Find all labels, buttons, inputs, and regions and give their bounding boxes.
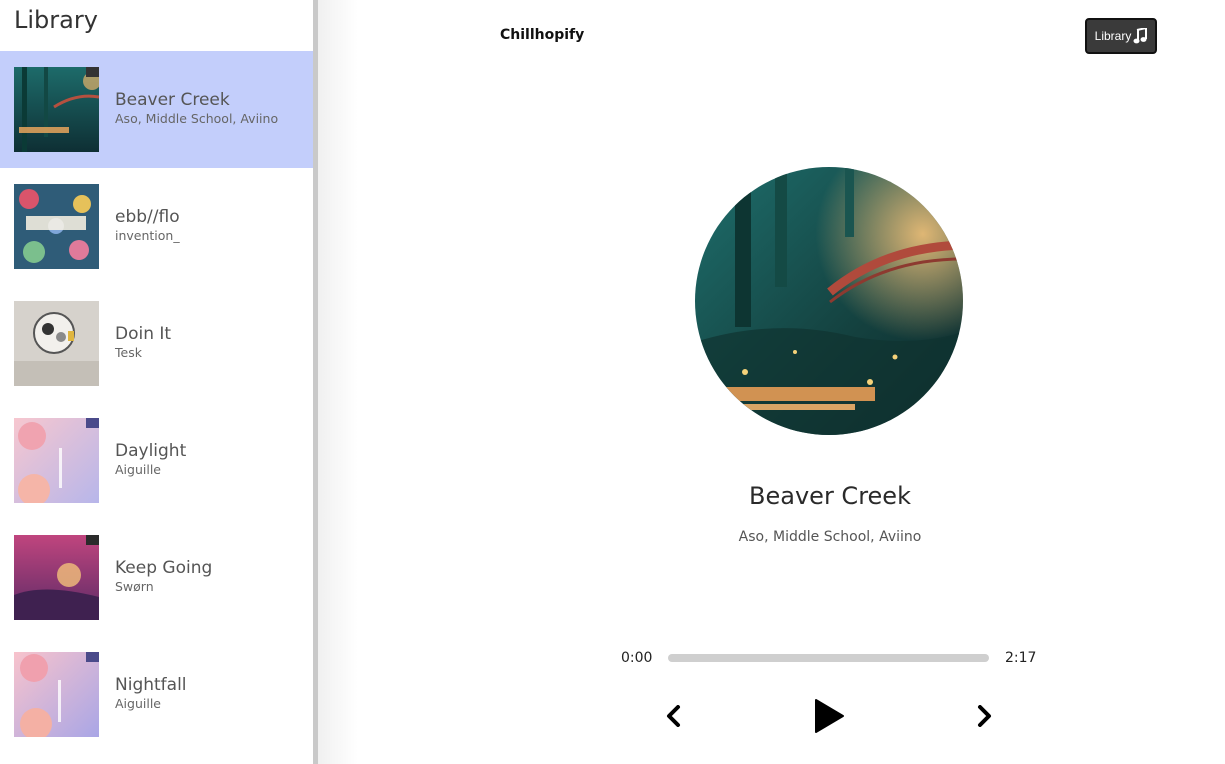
song-cover-image — [14, 418, 99, 503]
album-art — [695, 167, 963, 435]
library-song-item[interactable]: ebb//flo invention_ — [0, 168, 313, 285]
library-song-item[interactable]: Keep Going Swørn — [0, 519, 313, 636]
chevron-right-icon — [975, 705, 993, 727]
previous-track-button[interactable] — [665, 705, 683, 727]
library-song-item[interactable]: Doin It Tesk — [0, 285, 313, 402]
song-artist: Swørn — [115, 579, 154, 594]
song-name: ebb//flo — [115, 207, 180, 227]
music-note-icon — [1133, 28, 1148, 44]
library-title: Library — [14, 6, 98, 34]
library-toggle-button[interactable]: Library — [1085, 18, 1157, 54]
next-track-button[interactable] — [975, 705, 993, 727]
play-icon — [812, 698, 846, 734]
song-cover-image — [14, 184, 99, 269]
library-button-label: Library — [1094, 29, 1132, 43]
song-name: Nightfall — [115, 675, 187, 695]
song-name: Beaver Creek — [115, 90, 230, 110]
play-button[interactable] — [812, 698, 846, 734]
current-time: 0:00 — [621, 650, 653, 666]
track-title: Beaver Creek — [749, 482, 911, 510]
app-logo: Chillhopify — [500, 27, 585, 43]
song-artist: invention_ — [115, 228, 180, 243]
sidebar-shadow — [318, 0, 358, 764]
library-song-item[interactable]: Daylight Aiguille — [0, 402, 313, 519]
library-song-item[interactable]: Nightfall Aiguille — [0, 636, 313, 753]
song-name: Keep Going — [115, 558, 213, 578]
song-artist: Tesk — [115, 345, 142, 360]
song-name: Daylight — [115, 441, 187, 461]
song-cover-image — [14, 535, 99, 620]
progress-slider[interactable] — [668, 654, 989, 662]
total-time: 2:17 — [1005, 650, 1037, 666]
song-cover-image — [14, 301, 99, 386]
song-artist: Aso, Middle School, Aviino — [115, 111, 279, 126]
song-artist: Aiguille — [115, 462, 161, 477]
library-sidebar: Library Beaver Creek Aso, Middle School,… — [0, 0, 313, 764]
song-cover-image — [14, 652, 99, 737]
song-artist: Aiguille — [115, 696, 161, 711]
library-song-item[interactable]: Beaver Creek Aso, Middle School, Aviino — [0, 51, 313, 168]
song-cover-image — [14, 67, 99, 152]
track-artist: Aso, Middle School, Aviino — [738, 529, 922, 545]
song-name: Doin It — [115, 324, 172, 344]
song-list: Beaver Creek Aso, Middle School, Aviino … — [0, 51, 313, 753]
chevron-left-icon — [665, 705, 683, 727]
